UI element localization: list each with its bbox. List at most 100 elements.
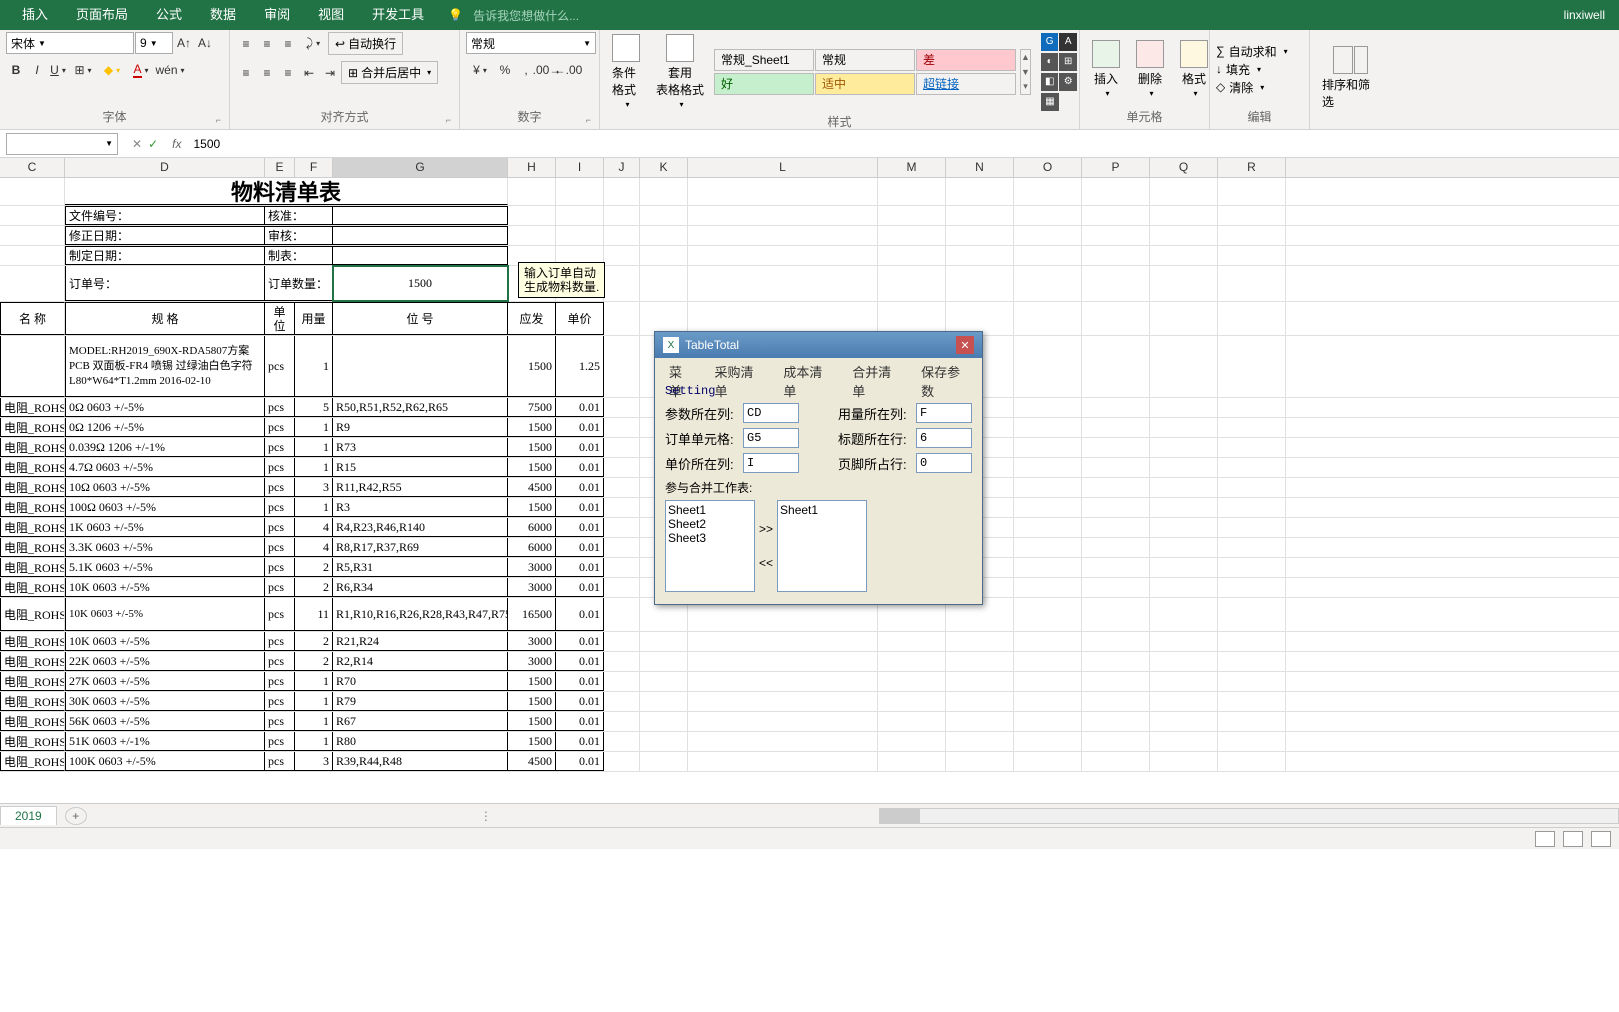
close-icon[interactable]: ✕ [956,336,974,354]
cell[interactable] [878,652,946,671]
cell-pos[interactable] [333,336,508,397]
cell-pos[interactable]: R4,R23,R46,R140 [333,518,508,537]
cell-issue[interactable]: 3000 [508,632,556,651]
cell[interactable] [946,206,1014,225]
cell-pos[interactable]: R50,R51,R52,R62,R65 [333,398,508,417]
cell[interactable] [1014,692,1082,711]
cell[interactable] [688,226,878,245]
meta-order-qty[interactable]: 订单数量： [265,266,333,301]
cell-unit[interactable]: pcs [265,336,295,397]
cell[interactable] [688,672,878,691]
cell[interactable] [878,752,946,771]
cell-unit[interactable]: pcs [265,538,295,557]
grow-font-icon[interactable]: A↑ [174,33,194,53]
view-break-icon[interactable] [1591,831,1611,847]
cell[interactable] [1082,266,1150,301]
cell-name[interactable]: 电阻_ROHS [0,672,65,691]
tell-me[interactable]: 告诉我您想做什么... [473,7,579,24]
cell-unit[interactable]: pcs [265,632,295,651]
col-header-J[interactable]: J [604,158,640,177]
cell[interactable] [640,712,688,731]
cell-pos[interactable]: R80 [333,732,508,751]
cell-qty[interactable]: 2 [295,578,333,597]
cell[interactable] [1082,538,1150,557]
meta-approve[interactable]: 核准： [265,206,333,225]
cell-pos[interactable]: R1,R10,R16,R26,R28,R43,R47,R75,R78,R81,R… [333,598,508,631]
meta-order-no[interactable]: 订单号： [65,266,265,301]
input-title-row[interactable] [916,428,972,448]
cell-spec[interactable]: 100Ω 0603 +/-5% [65,498,265,517]
cell-pos[interactable]: R2,R14 [333,652,508,671]
cell[interactable] [1082,246,1150,265]
cell[interactable] [1014,598,1082,631]
cell[interactable] [1150,226,1218,245]
cell-issue[interactable]: 1500 [508,732,556,751]
col-header-E[interactable]: E [265,158,295,177]
cell[interactable] [604,732,640,751]
col-header-F[interactable]: F [295,158,333,177]
cell[interactable] [1014,398,1082,417]
cell[interactable] [878,178,946,205]
cell[interactable] [604,418,640,437]
hdr-price[interactable]: 单价 [556,302,604,335]
style-bad[interactable]: 差 [916,49,1016,71]
cell-name[interactable]: 电阻_ROHS [0,632,65,651]
cell-spec[interactable]: MODEL:RH2019_690X-RDA5807方案PCB 双面板-FR4 喷… [65,336,265,397]
cell-unit[interactable]: pcs [265,598,295,631]
cell-pos[interactable]: R79 [333,692,508,711]
format-button[interactable]: 格式▾ [1174,38,1214,100]
dialog-titlebar[interactable]: X TableTotal ✕ [655,332,982,358]
style-normal[interactable]: 常规 [815,49,915,71]
menu-cost[interactable]: 成本清单 [773,360,840,378]
cell[interactable] [1082,418,1150,437]
cell[interactable] [1082,336,1150,397]
align-mid-icon[interactable]: ≡ [257,34,277,54]
cell-spec[interactable]: 27K 0603 +/-5% [65,672,265,691]
cell[interactable] [640,226,688,245]
cell[interactable] [1150,752,1218,771]
cond-format-button[interactable]: 条件格式▾ [606,32,646,111]
move-right-button[interactable]: >> [759,522,773,536]
cell[interactable] [1014,438,1082,457]
percent-icon[interactable]: % [495,60,515,80]
cell-name[interactable]: 电阻_ROHS [0,578,65,597]
tab-data[interactable]: 数据 [196,0,250,30]
cell[interactable] [1014,336,1082,397]
menu-main[interactable]: 菜单 [659,360,702,378]
align-bot-icon[interactable]: ≡ [278,34,298,54]
cell-unit[interactable]: pcs [265,652,295,671]
dec-decimal-icon[interactable]: ←.00 [558,60,578,80]
cell[interactable] [1014,302,1082,335]
cell-price[interactable]: 0.01 [556,538,604,557]
delete-button[interactable]: 删除▾ [1130,38,1170,100]
col-header-K[interactable]: K [640,158,688,177]
align-center-icon[interactable]: ≡ [257,63,277,83]
cell-pos[interactable]: R67 [333,712,508,731]
cell[interactable] [1150,336,1218,397]
cell-qty[interactable]: 11 [295,598,333,631]
cell[interactable] [640,178,688,205]
cell[interactable] [688,752,878,771]
meta-maker[interactable]: 制表： [265,246,333,265]
cell-unit[interactable]: pcs [265,752,295,771]
cell[interactable] [0,246,65,265]
cell[interactable] [1218,478,1286,497]
view-normal-icon[interactable] [1535,831,1555,847]
cell-price[interactable]: 0.01 [556,632,604,651]
font-color-icon[interactable]: A▾ [127,60,155,80]
clear-button[interactable]: ◇清除▾ [1216,79,1288,96]
cell-spec[interactable]: 0.039Ω 1206 +/-1% [65,438,265,457]
cell-issue[interactable]: 3000 [508,652,556,671]
font-name-combo[interactable]: 宋体▼ [6,32,134,54]
cell-unit[interactable]: pcs [265,478,295,497]
sort-filter-button[interactable]: 排序和筛选 [1316,44,1384,112]
fill-button[interactable]: ↓填充▾ [1216,61,1288,78]
hdr-issue[interactable]: 应发 [508,302,556,335]
cell[interactable] [1218,178,1286,205]
cell-unit[interactable]: pcs [265,398,295,417]
cell[interactable] [946,246,1014,265]
cell[interactable] [946,712,1014,731]
menu-save[interactable]: 保存参数 [911,360,978,378]
cell[interactable] [1218,578,1286,597]
formula-input[interactable]: 1500 [187,137,1619,151]
